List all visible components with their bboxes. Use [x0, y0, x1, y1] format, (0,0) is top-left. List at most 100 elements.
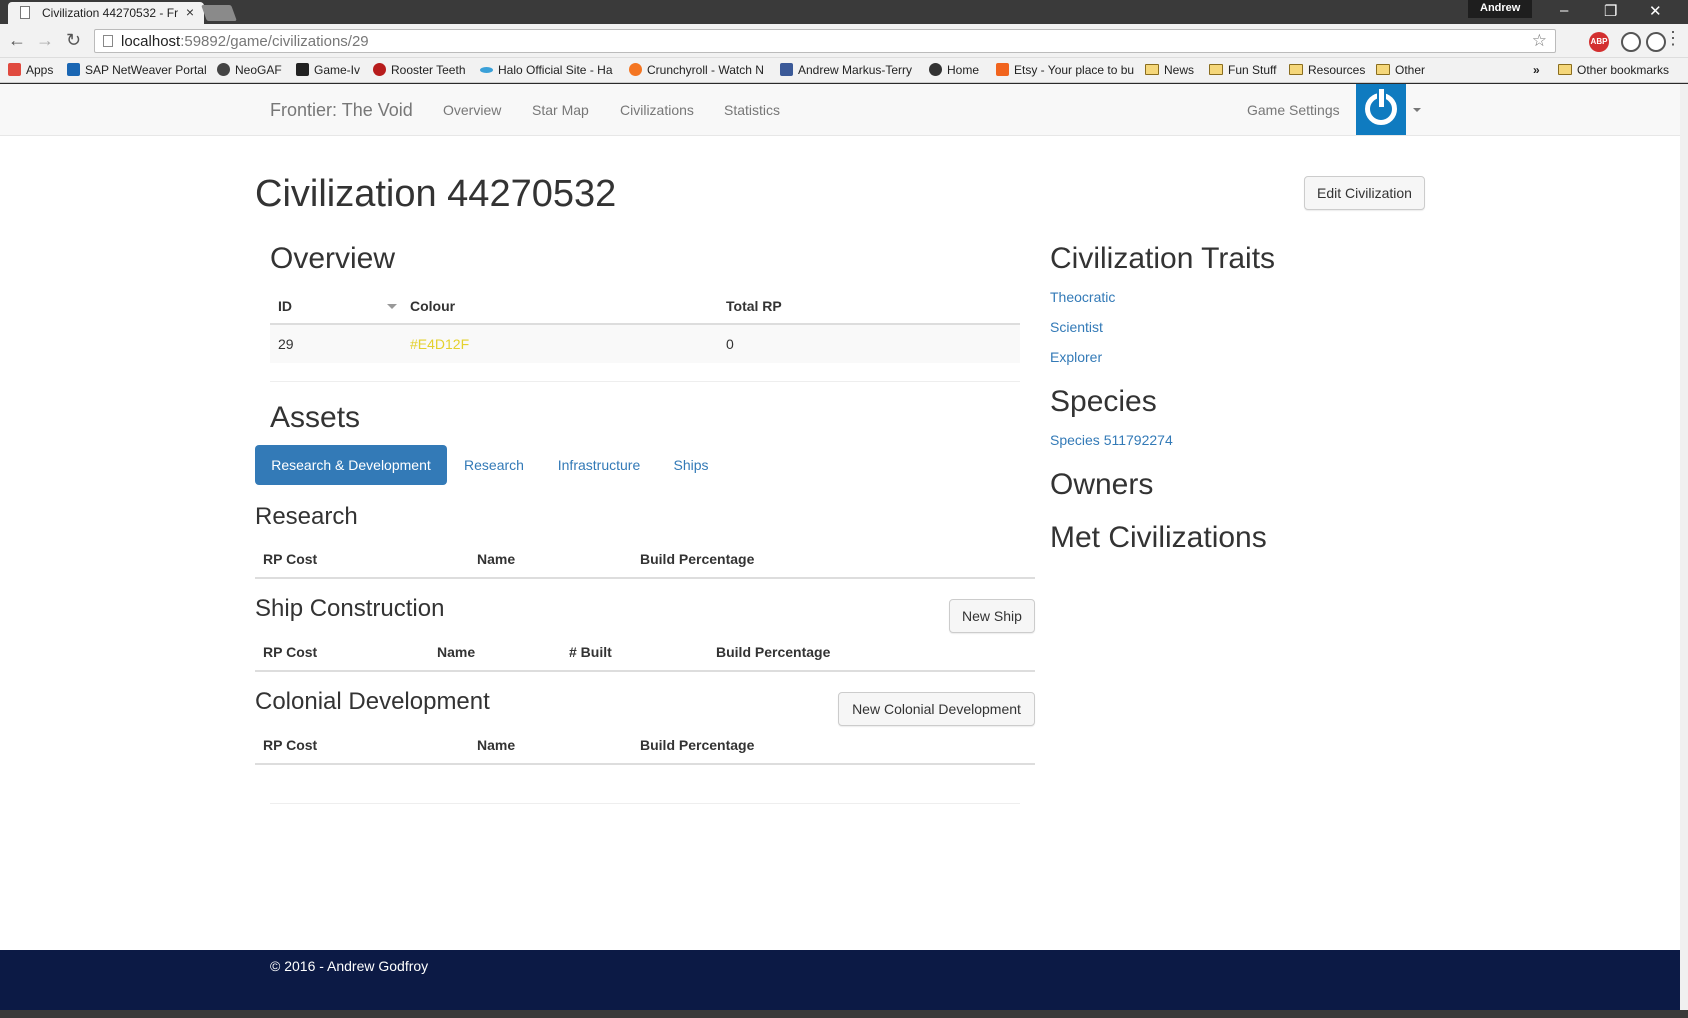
page-viewport: Frontier: The Void Overview Star Map Civ… [0, 84, 1680, 1018]
footer-copyright: © 2016 - Andrew Godfroy [270, 958, 429, 974]
colonial-col-name: Name [477, 737, 516, 753]
ships-table-divider [255, 670, 1035, 672]
bookmark-facebook[interactable]: Andrew Markus-Terry [780, 63, 912, 77]
minimize-icon[interactable]: ‒ [1560, 2, 1568, 19]
section-divider [270, 381, 1020, 382]
colonial-col-rp-cost: RP Cost [263, 737, 318, 753]
bookmarks-overflow-icon[interactable]: » [1533, 63, 1540, 77]
research-col-build-percentage: Build Percentage [640, 551, 755, 567]
page-scrollbar[interactable] [1680, 84, 1688, 1018]
address-bar[interactable]: localhost:59892/game/civilizations/29 ☆ [94, 29, 1556, 53]
bookmark-folder-fun-stuff[interactable]: Fun Stuff [1209, 63, 1276, 77]
trait-link[interactable]: Theocratic [1050, 289, 1115, 305]
folder-icon [1145, 64, 1159, 75]
tab-infrastructure[interactable]: Infrastructure [545, 445, 653, 485]
research-table-divider [255, 577, 1035, 579]
tab-title: Civilization 44270532 - Fr [42, 6, 178, 20]
bookmark-apps[interactable]: Apps [8, 63, 53, 77]
profile-badge[interactable]: Andrew [1468, 0, 1533, 18]
adblock-icon[interactable]: ABP [1589, 32, 1609, 52]
section-divider [270, 803, 1020, 804]
back-arrow-icon[interactable]: ← [8, 30, 26, 51]
bookmark-folder-other-bookmarks[interactable]: Other bookmarks [1558, 63, 1669, 77]
col-header-total-rp[interactable]: Total RP [726, 298, 782, 314]
trait-link[interactable]: Scientist [1050, 319, 1103, 335]
edit-civilization-button[interactable]: Edit Civilization [1304, 176, 1425, 210]
apps-grid-icon [8, 63, 21, 76]
overview-heading: Overview [270, 242, 396, 275]
halo-icon [480, 67, 493, 73]
tab-research[interactable]: Research [453, 445, 535, 485]
window-close-icon[interactable]: ✕ [1649, 2, 1662, 20]
site-brand[interactable]: Frontier: The Void [270, 100, 413, 121]
nav-game-settings[interactable]: Game Settings [1247, 102, 1340, 118]
folder-icon [1558, 64, 1572, 75]
research-heading: Research [255, 503, 358, 530]
bookmark-crunchyroll[interactable]: Crunchyroll - Watch N [629, 63, 764, 77]
species-link[interactable]: Species 511792274 [1050, 432, 1173, 448]
bookmark-sap[interactable]: SAP NetWeaver Portal [67, 63, 207, 77]
nav-link-civilizations[interactable]: Civilizations [620, 102, 694, 118]
facebook-icon [780, 63, 793, 76]
nav-link-statistics[interactable]: Statistics [724, 102, 780, 118]
etsy-icon [996, 63, 1009, 76]
bookmark-folder-resources[interactable]: Resources [1289, 63, 1365, 77]
caret-down-icon[interactable] [1413, 108, 1421, 112]
bookmark-star-icon[interactable]: ☆ [1532, 31, 1547, 51]
cell-total-rp: 0 [726, 336, 734, 352]
user-avatar[interactable] [1356, 84, 1406, 135]
neogaf-icon [217, 63, 230, 76]
crunchyroll-icon [629, 63, 642, 76]
bookmark-etsy[interactable]: Etsy - Your place to bu [996, 63, 1134, 77]
sap-icon [67, 63, 80, 76]
page-info-icon[interactable] [103, 35, 113, 47]
research-col-name: Name [477, 551, 516, 567]
assets-heading: Assets [270, 401, 361, 434]
bookmark-home[interactable]: Home [929, 63, 979, 77]
bookmark-rooster-teeth[interactable]: Rooster Teeth [373, 63, 466, 77]
nav-link-overview[interactable]: Overview [443, 102, 501, 118]
password-lock-icon[interactable] [1621, 32, 1641, 52]
trait-link[interactable]: Explorer [1050, 349, 1102, 365]
tab-strip: Civilization 44270532 - Fr × Andrew ‒ ❐ … [0, 0, 1688, 24]
new-tab-button[interactable] [201, 5, 237, 21]
reload-icon[interactable]: ↻ [66, 30, 81, 51]
desktop-edge [0, 1010, 1688, 1018]
tab-research-development[interactable]: Research & Development [255, 445, 447, 485]
rooster-teeth-icon [373, 63, 386, 76]
bookmark-neogaf[interactable]: NeoGAF [217, 63, 282, 77]
new-ship-button[interactable]: New Ship [949, 599, 1035, 633]
col-header-id[interactable]: ID [278, 298, 292, 314]
bookmark-folder-news[interactable]: News [1145, 63, 1194, 77]
forward-arrow-icon[interactable]: → [36, 30, 54, 51]
site-footer: © 2016 - Andrew Godfroy [0, 950, 1680, 1018]
browser-tab[interactable]: Civilization 44270532 - Fr × [8, 2, 204, 24]
bookmark-game-iv[interactable]: Game-Iv [296, 63, 360, 77]
tab-close-icon[interactable]: × [186, 4, 194, 20]
page-icon [20, 6, 30, 19]
menu-icon[interactable]: ⋮ [1664, 28, 1682, 49]
sort-desc-icon[interactable] [387, 304, 397, 309]
browser-toolbar: ← → ↻ localhost:59892/game/civilizations… [0, 24, 1688, 58]
site-navbar: Frontier: The Void Overview Star Map Civ… [0, 84, 1680, 136]
page-title: Civilization 44270532 [255, 173, 617, 215]
colonial-development-heading: Colonial Development [255, 688, 490, 715]
research-col-rp-cost: RP Cost [263, 551, 318, 567]
bookmark-folder-other[interactable]: Other [1376, 63, 1425, 77]
nav-link-star-map[interactable]: Star Map [532, 102, 589, 118]
ship-construction-heading: Ship Construction [255, 595, 445, 622]
home-icon [929, 63, 942, 76]
tab-ships[interactable]: Ships [663, 445, 719, 485]
cell-colour: #E4D12F [410, 336, 470, 352]
new-colonial-development-button[interactable]: New Colonial Development [838, 692, 1035, 726]
ships-col-built: # Built [569, 644, 612, 660]
col-header-colour[interactable]: Colour [410, 298, 455, 314]
bookmarks-bar: Apps SAP NetWeaver Portal NeoGAF Game-Iv… [0, 58, 1688, 83]
bookmark-halo[interactable]: Halo Official Site - Ha [480, 63, 613, 77]
extension-icon[interactable] [1646, 32, 1666, 52]
cell-id: 29 [278, 336, 294, 352]
folder-icon [1209, 64, 1223, 75]
folder-icon [1376, 64, 1390, 75]
restore-icon[interactable]: ❐ [1604, 2, 1617, 20]
traits-heading: Civilization Traits [1050, 242, 1276, 275]
